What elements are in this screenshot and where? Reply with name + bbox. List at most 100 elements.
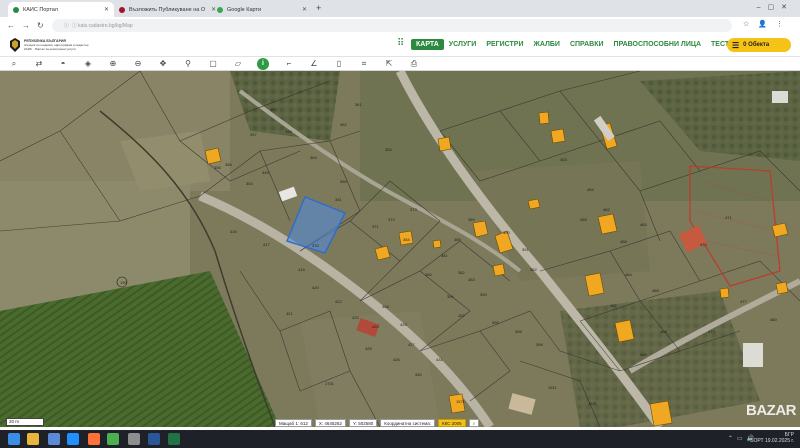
svg-text:425: 425 <box>365 346 372 351</box>
svg-text:468: 468 <box>640 352 647 357</box>
objects-count: 0 Обекта <box>743 42 770 48</box>
info-icon[interactable]: i <box>257 58 269 70</box>
y-value: 502580 <box>358 421 374 426</box>
forward-icon[interactable]: → <box>22 21 30 30</box>
zoom-out-icon[interactable]: ⊖ <box>132 58 144 70</box>
svg-text:467: 467 <box>610 303 617 308</box>
svg-text:463: 463 <box>640 222 647 227</box>
keyboard-indicator: БОРТ <box>750 438 764 444</box>
word-icon[interactable] <box>148 433 160 445</box>
reload-icon[interactable]: ↻ <box>37 21 44 30</box>
svg-text:385: 385 <box>454 237 461 242</box>
scale-box[interactable]: Мащаб 1: 612 <box>275 419 312 427</box>
browser-actions[interactable]: ☆👤⋮ <box>743 20 792 28</box>
pan-icon[interactable]: ✥ <box>157 58 169 70</box>
pin-icon[interactable]: ⚲ <box>182 58 194 70</box>
os-taskbar: ⌃▭🔊 БГР БОРТ 19.02.2025 г. <box>0 430 800 448</box>
svg-text:471: 471 <box>725 215 732 220</box>
nav-pravosposobni-lica[interactable]: ПРАВОСПОСОБНИ ЛИЦА <box>609 39 707 50</box>
crs-select[interactable]: ККС 2005 <box>437 419 466 427</box>
svg-text:426: 426 <box>393 357 400 362</box>
layers-icon[interactable]: ◈ <box>82 58 94 70</box>
close-tab-icon[interactable]: ✕ <box>296 6 307 13</box>
svg-text:352: 352 <box>270 107 277 112</box>
x-value: 4645262 <box>324 421 342 426</box>
svg-text:353: 353 <box>385 147 392 152</box>
book-icon[interactable]: ▯ <box>333 58 345 70</box>
browser-tab-kais[interactable]: КАИС Портал ✕ <box>8 2 114 17</box>
logo-line-3: КАИС - Портал за електронни услуги <box>24 47 76 51</box>
svg-text:383: 383 <box>468 277 475 282</box>
svg-text:462: 462 <box>603 207 610 212</box>
search-icon[interactable]: ⌕ <box>8 58 20 70</box>
browser-tab-strip: КАИС Портал ✕ Възложить Публикуване на О… <box>0 0 800 17</box>
measure-line-icon[interactable]: ∠ <box>308 58 320 70</box>
url-field[interactable]: ⓘ ⓘ kais.cadastre.bg/bg/Map <box>52 19 732 32</box>
svg-text:465: 465 <box>652 288 659 293</box>
kais-favicon-icon <box>13 6 19 13</box>
system-clock[interactable]: БГР БОРТ 19.02.2025 г. <box>750 432 794 444</box>
svg-text:356: 356 <box>225 162 232 167</box>
select-rect-icon[interactable]: ▢ <box>207 58 219 70</box>
svg-text:464: 464 <box>625 272 632 277</box>
svg-text:421: 421 <box>286 311 293 316</box>
window-controls[interactable]: –▢✕ <box>757 3 794 11</box>
tab-label: Възложить Публикуване на О <box>129 6 206 13</box>
svg-text:345: 345 <box>262 170 269 175</box>
scale-text: Мащаб 1: <box>279 421 300 426</box>
svg-text:427: 427 <box>408 342 415 347</box>
svg-text:430: 430 <box>415 372 422 377</box>
coords-search-icon[interactable]: ⌕ <box>468 419 480 427</box>
address-bar: ← → ↻ ⓘ ⓘ kais.cadastre.bg/bg/Map ☆👤⋮ <box>0 17 800 34</box>
back-icon[interactable]: ← <box>7 21 15 30</box>
nav-spravki[interactable]: СПРАВКИ <box>565 39 609 50</box>
svg-text:1571: 1571 <box>456 399 466 404</box>
watermark-logo: BAZAR <box>746 402 797 419</box>
y-label: Y: <box>352 421 357 426</box>
nav-uslugi[interactable]: УСЛУГИ <box>444 39 482 50</box>
share-icon[interactable]: ⇱ <box>383 58 395 70</box>
map-canvas[interactable]: 361 362 363 359 357 356 355 354 353 352 … <box>0 71 800 427</box>
svg-text:395: 395 <box>492 320 499 325</box>
hat-icon[interactable]: ◓ <box>57 58 69 70</box>
chrome-icon[interactable] <box>107 433 119 445</box>
new-tab-icon[interactable]: + <box>316 3 321 13</box>
objects-basket-button[interactable]: ☰ 0 Обекта <box>727 38 791 52</box>
zoom-in-icon[interactable]: ⊕ <box>107 58 119 70</box>
nav-registri[interactable]: РЕГИСТРИ <box>481 39 528 50</box>
maps-favicon-icon <box>217 6 223 13</box>
svg-text:428: 428 <box>382 304 389 309</box>
svg-text:372: 372 <box>388 217 395 222</box>
excel-icon[interactable] <box>168 433 180 445</box>
svg-text:466: 466 <box>660 329 667 334</box>
svg-text:423: 423 <box>352 315 359 320</box>
app-icon[interactable] <box>128 433 140 445</box>
svg-text:398: 398 <box>536 342 543 347</box>
edge-icon[interactable] <box>67 433 79 445</box>
measure-angle-icon[interactable]: ⌐ <box>283 58 295 70</box>
apps-grid-icon[interactable]: ⠿ <box>397 39 404 49</box>
close-tab-icon[interactable]: ✕ <box>98 6 109 13</box>
svg-text:1521: 1521 <box>588 401 598 406</box>
svg-text:382: 382 <box>458 270 465 275</box>
select-poly-icon[interactable]: ▱ <box>232 58 244 70</box>
nav-zhalbi[interactable]: ЖАЛБИ <box>529 39 565 50</box>
print-icon[interactable]: ⎙ <box>408 58 420 70</box>
layers-switch-icon[interactable]: ⇄ <box>33 58 45 70</box>
nav-karta[interactable]: КАРТА <box>411 39 444 50</box>
svg-text:381: 381 <box>441 253 448 258</box>
browser-tab-google-maps[interactable]: Google Карти ✕ <box>212 2 312 17</box>
start-icon[interactable] <box>8 433 20 445</box>
svg-text:480: 480 <box>770 317 777 322</box>
file-explorer-icon[interactable] <box>27 433 39 445</box>
svg-text:370: 370 <box>312 243 319 248</box>
crop-icon[interactable]: ⌗ <box>358 58 370 70</box>
svg-text:354: 354 <box>246 181 253 186</box>
svg-text:384: 384 <box>403 237 410 242</box>
mail-icon[interactable] <box>48 433 60 445</box>
svg-text:380: 380 <box>425 272 432 277</box>
firefox-icon[interactable] <box>88 433 100 445</box>
browser-tab-second[interactable]: Възложить Публикуване на О ✕ <box>114 2 216 17</box>
svg-text:392: 392 <box>530 267 537 272</box>
cadastral-map[interactable]: 361 362 363 359 357 356 355 354 353 352 … <box>0 71 800 427</box>
